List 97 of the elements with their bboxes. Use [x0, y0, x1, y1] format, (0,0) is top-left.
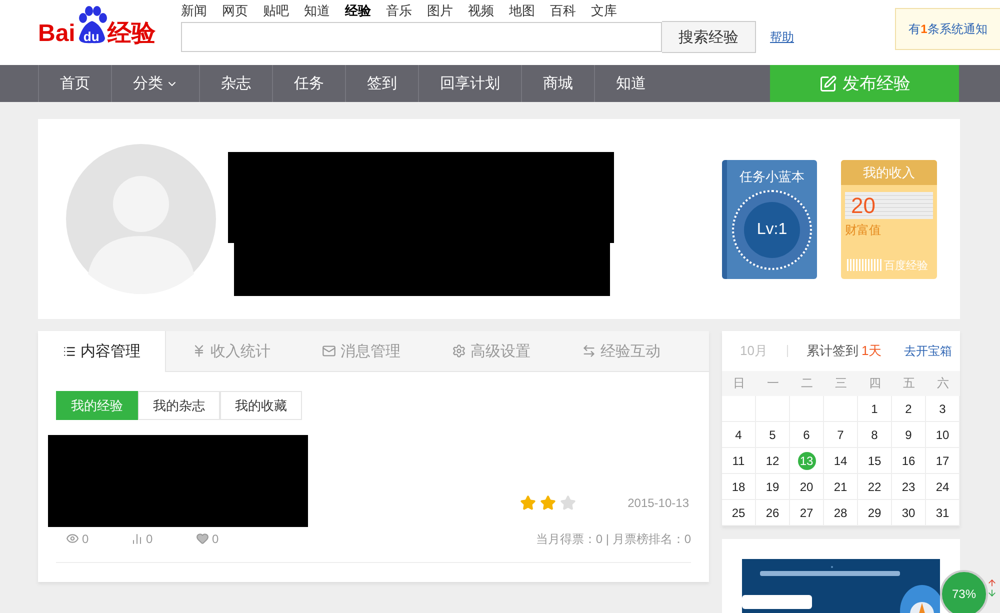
calendar-day[interactable]: 5	[764, 426, 782, 444]
calendar-day[interactable]: 10	[934, 426, 952, 444]
weekday-label: 二	[790, 371, 824, 396]
nav-item[interactable]: 首页	[38, 65, 111, 102]
barcode-icon	[847, 259, 883, 271]
calendar-day[interactable]: 26	[764, 504, 782, 522]
swap-arrows-icon	[582, 344, 596, 358]
calendar-month: 10月	[740, 342, 768, 360]
down-arrow-icon	[987, 588, 997, 598]
list-icon	[62, 345, 76, 358]
calendar-day[interactable]: 22	[866, 478, 884, 496]
vote-ranking: 当月得票：0 | 月票榜排名：0	[536, 531, 691, 548]
nav-item[interactable]: 杂志	[199, 65, 272, 102]
settings-icon	[452, 344, 466, 358]
calendar-day[interactable]: 21	[832, 478, 850, 496]
nav-item[interactable]: 商城	[521, 65, 594, 102]
weekday-label: 一	[756, 371, 790, 396]
search-field[interactable]	[181, 22, 662, 52]
tab[interactable]: 内容管理	[38, 331, 166, 372]
calendar-day[interactable]: 17	[934, 452, 952, 470]
logo-text: Bai	[38, 22, 76, 46]
bar-chart-icon	[131, 532, 143, 544]
treasure-link[interactable]: 去开宝箱	[904, 342, 952, 360]
task-book-title: 任务小蓝本	[740, 168, 804, 186]
top-link[interactable]: 知道	[304, 2, 330, 20]
vote-count: 0	[146, 532, 153, 546]
income-footer: 百度经验	[884, 258, 928, 272]
nav-item[interactable]: 分类	[111, 65, 199, 102]
top-link[interactable]: 地图	[509, 2, 535, 20]
level-text: Lv:1	[756, 220, 788, 238]
signin-label: 累计签到	[806, 342, 858, 360]
calendar-day[interactable]: 31	[934, 504, 952, 522]
eye-icon	[66, 532, 79, 545]
calendar-day[interactable]: 19	[764, 478, 782, 496]
calendar-day[interactable]: 18	[730, 478, 748, 496]
income-value: 20	[845, 192, 933, 218]
calendar-day[interactable]: 6	[798, 426, 816, 444]
calendar-day[interactable]: 3	[934, 400, 952, 418]
article-date: 2015-10-13	[628, 496, 689, 510]
calendar-day[interactable]: 1	[866, 400, 884, 418]
calendar-day[interactable]: 29	[866, 504, 884, 522]
weekday-label: 四	[858, 371, 892, 396]
star-icon	[520, 495, 536, 511]
top-link[interactable]: 贴吧	[263, 2, 289, 20]
view-count: 0	[82, 532, 89, 546]
weekday-label: 三	[824, 371, 858, 396]
calendar-day[interactable]: 11	[730, 452, 748, 470]
calendar-day[interactable]: 24	[934, 478, 952, 496]
star-icon	[540, 495, 556, 511]
notification-popup[interactable]: 有1条系统通知	[895, 8, 1000, 50]
top-link[interactable]: 音乐	[386, 2, 412, 20]
nav-item[interactable]: 知道	[594, 65, 667, 102]
calendar-day[interactable]: 15	[866, 452, 884, 470]
logo-text: 经验	[107, 22, 156, 46]
calendar-day[interactable]: 14	[832, 452, 850, 470]
top-link[interactable]: 经验	[345, 2, 371, 20]
calendar-day[interactable]: 20	[798, 478, 816, 496]
star-icon	[560, 495, 576, 511]
calendar-day[interactable]: 28	[832, 504, 850, 522]
top-link[interactable]: 百科	[550, 2, 576, 20]
income-title: 我的收入	[841, 160, 937, 184]
signin-days: 1天	[861, 342, 882, 360]
weekday-label: 六	[926, 371, 960, 396]
calendar-day[interactable]: 8	[866, 426, 884, 444]
paw-icon	[77, 6, 108, 44]
top-link[interactable]: 视频	[468, 2, 494, 20]
top-link[interactable]: 图片	[427, 2, 453, 20]
calendar-day[interactable]: 27	[798, 504, 816, 522]
weekday-label: 日	[722, 371, 756, 396]
mail-icon	[322, 344, 336, 358]
like-count: 0	[212, 532, 219, 546]
nav-item[interactable]: 回享计划	[418, 65, 521, 102]
heart-icon	[196, 532, 209, 545]
task-book[interactable]: 任务小蓝本 Lv:1	[722, 160, 817, 278]
nav-item[interactable]: 任务	[272, 65, 345, 102]
calendar-day[interactable]: 25	[730, 504, 748, 522]
up-arrow-icon	[987, 578, 997, 588]
calendar-day[interactable]: 23	[900, 478, 918, 496]
calendar-day[interactable]: 4	[730, 426, 748, 444]
top-link[interactable]: 网页	[222, 2, 248, 20]
nav-item[interactable]: 签到	[345, 65, 418, 102]
weekday-label: 五	[892, 371, 926, 396]
subtab[interactable]: 我的收藏	[220, 391, 302, 420]
help-link[interactable]: 帮助	[770, 28, 794, 46]
top-link[interactable]: 文库	[591, 2, 617, 20]
subtab[interactable]: 我的杂志	[138, 391, 220, 420]
calendar-day[interactable]: 30	[900, 504, 918, 522]
calendar-day[interactable]: 9	[900, 426, 918, 444]
income-label: 财富值	[845, 222, 882, 238]
edit-icon	[818, 74, 836, 92]
top-link[interactable]: 新闻	[181, 2, 207, 20]
calendar-day[interactable]: 7	[832, 426, 850, 444]
calendar-day[interactable]: 16	[900, 452, 918, 470]
calendar-day[interactable]: 12	[764, 452, 782, 470]
logo-text: du	[83, 30, 100, 46]
calendar-day[interactable]: 2	[900, 400, 918, 418]
search-button[interactable]: 搜索经验	[662, 21, 756, 53]
